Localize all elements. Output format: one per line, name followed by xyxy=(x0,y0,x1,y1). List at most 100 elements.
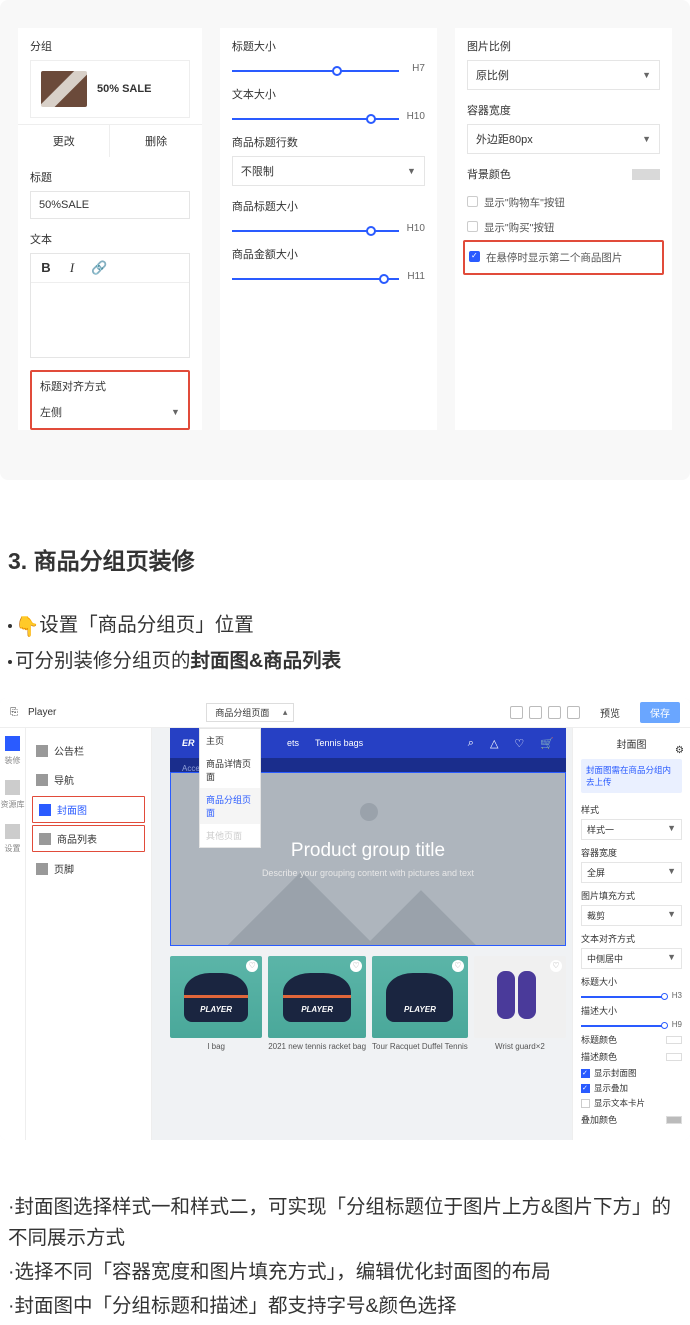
align-select[interactable]: 左侧 ▼ xyxy=(40,400,180,424)
product-price-size-slider[interactable]: H11 xyxy=(232,278,399,280)
device-fullscreen-icon[interactable] xyxy=(567,706,580,719)
italic-icon[interactable]: I xyxy=(65,260,79,276)
ratio-select[interactable]: 原比例 ▼ xyxy=(467,60,660,90)
rp-desc-size-slider[interactable]: H9 xyxy=(581,1025,664,1027)
nav-product-list-highlight: 商品列表 xyxy=(32,825,145,852)
device-desktop-icon[interactable] xyxy=(510,706,523,719)
text-size-slider[interactable]: H10 xyxy=(232,118,399,120)
align-value: 左侧 xyxy=(40,404,62,420)
change-button[interactable]: 更改 xyxy=(18,125,110,157)
section-heading: 3. 商品分组页装修 xyxy=(8,542,682,576)
save-button[interactable]: 保存 xyxy=(640,702,680,723)
rp-title: 封面图 xyxy=(581,736,682,759)
product-card-2[interactable]: PLAYER♡2021 new tennis racket bag xyxy=(268,956,366,1051)
heart-icon[interactable]: ♡ xyxy=(550,960,562,972)
product-title-size-slider[interactable]: H10 xyxy=(232,230,399,232)
hover-image-checkbox[interactable]: 在悬停时显示第二个商品图片 xyxy=(469,245,658,270)
section-nav: 公告栏⚙ 导航 封面图 商品列表 页脚 xyxy=(26,728,152,1140)
rp-style-select[interactable]: 样式一▼ xyxy=(581,819,682,840)
heart-icon[interactable]: ♡ xyxy=(514,737,524,750)
rp-style-label: 样式 xyxy=(581,803,682,816)
align-label: 标题对齐方式 xyxy=(40,378,180,394)
group-thumb-text: 50% SALE xyxy=(97,83,151,95)
overlay-color-swatch[interactable] xyxy=(666,1116,682,1124)
settings-icon[interactable] xyxy=(5,824,20,839)
rp-align-select[interactable]: 中侧居中▼ xyxy=(581,948,682,969)
settings-panel: 分组 50% SALE 更改 删除 标题 文本 B I 🔗 标题对齐方式 xyxy=(0,0,690,480)
nav-footer[interactable]: 页脚 xyxy=(26,854,151,883)
dd-product-group[interactable]: 商品分组页面 xyxy=(200,788,260,824)
chevron-down-icon: ▼ xyxy=(407,166,416,176)
rp-desc-size-label: 描述大小 xyxy=(581,1004,682,1017)
editor-topbar: ⎘ Player 商品分组页面▴ 预览 保存 xyxy=(0,698,690,728)
heart-icon[interactable]: ♡ xyxy=(246,960,258,972)
rp-fill-select[interactable]: 裁剪▼ xyxy=(581,905,682,926)
width-select[interactable]: 外边距80px ▼ xyxy=(467,124,660,154)
page-select[interactable]: 商品分组页面▴ xyxy=(206,703,294,722)
rp-show-textcard-cb[interactable]: 显示文本卡片 xyxy=(581,1097,682,1109)
group-label: 分组 xyxy=(18,38,202,60)
link-icon[interactable]: 🔗 xyxy=(91,260,105,276)
device-tablet-icon[interactable] xyxy=(529,706,542,719)
dd-other[interactable]: 其他页面 xyxy=(200,824,260,847)
delete-button[interactable]: 删除 xyxy=(110,125,201,157)
product-card-4[interactable]: ♡Wrist guard×2 xyxy=(474,956,566,1051)
title-color-swatch[interactable] xyxy=(666,1036,682,1044)
rich-text-editor: B I 🔗 xyxy=(30,253,190,358)
cart-icon[interactable]: 🛒 xyxy=(540,737,554,750)
note-2: ·选择不同「容器宽度和图片填充方式」，编辑优化封面图的布局 xyxy=(8,1257,682,1287)
page-dropdown: 主页 商品详情页面 商品分组页面 其他页面 xyxy=(199,728,261,848)
dd-home[interactable]: 主页 xyxy=(200,729,260,752)
thumb-actions: 更改 删除 xyxy=(18,124,202,157)
gear-icon[interactable]: ⚙ xyxy=(675,745,684,756)
nav-cover[interactable]: 封面图 xyxy=(33,797,144,822)
title-input[interactable] xyxy=(30,191,190,219)
head-menu-2[interactable]: ets xyxy=(287,738,299,748)
show-cart-checkbox[interactable]: 显示"购物车"按钮 xyxy=(467,190,660,215)
width-label: 容器宽度 xyxy=(467,102,660,124)
user-icon[interactable]: △ xyxy=(490,737,498,750)
device-mobile-icon[interactable] xyxy=(548,706,561,719)
product-card-3[interactable]: PLAYER♡Tour Racquet Duffel Tennis xyxy=(372,956,468,1051)
rp-show-cover-cb[interactable]: 显示封面图 xyxy=(581,1067,682,1079)
width-value: 外边距80px xyxy=(476,131,533,147)
group-thumb-box: 50% SALE xyxy=(30,60,190,118)
editor-screenshot: ⎘ Player 商品分组页面▴ 预览 保存 装修 资源库 设置 公告栏⚙ 导航… xyxy=(0,698,690,1140)
search-icon[interactable]: ⌕ xyxy=(468,737,474,750)
note-3: ·封面图中「分组标题和描述」都支持字号&颜色选择 xyxy=(8,1291,682,1321)
show-buy-checkbox[interactable]: 显示"购买"按钮 xyxy=(467,215,660,240)
library-icon[interactable] xyxy=(5,780,20,795)
dd-product-detail[interactable]: 商品详情页面 xyxy=(200,752,260,788)
product-price-size-value: H11 xyxy=(407,271,425,282)
rp-show-overlay-cb[interactable]: 显示叠加 xyxy=(581,1082,682,1094)
image-icon xyxy=(39,804,51,816)
chevron-down-icon: ▼ xyxy=(171,407,180,417)
heart-icon[interactable]: ♡ xyxy=(350,960,362,972)
bg-color-label: 背景颜色 xyxy=(467,166,511,182)
rte-body[interactable] xyxy=(31,283,189,357)
rp-title-size-slider[interactable]: H3 xyxy=(581,996,664,998)
title-label: 标题 xyxy=(30,169,190,191)
bg-color-swatch[interactable] xyxy=(632,169,660,180)
rp-width-select[interactable]: 全屏▼ xyxy=(581,862,682,883)
head-menu-3[interactable]: Tennis bags xyxy=(315,738,363,748)
rp-align-label: 文本对齐方式 xyxy=(581,932,682,945)
lines-select[interactable]: 不限制 ▼ xyxy=(232,156,425,186)
rp-overlay-color: 叠加颜色 xyxy=(581,1113,617,1126)
preview-button[interactable]: 预览 xyxy=(590,702,630,723)
product-card-1[interactable]: PLAYER♡I bag xyxy=(170,956,262,1051)
rp-width-label: 容器宽度 xyxy=(581,846,682,859)
title-size-value: H7 xyxy=(412,63,425,74)
bold-icon[interactable]: B xyxy=(39,260,53,276)
title-size-label: 标题大小 xyxy=(232,38,425,60)
decorate-icon[interactable] xyxy=(5,736,20,751)
bullet-1: 👇设置「商品分组页」位置 xyxy=(8,610,682,642)
hero-title: Product group title xyxy=(291,840,445,862)
heart-icon[interactable]: ♡ xyxy=(452,960,464,972)
title-size-slider[interactable]: H7 xyxy=(232,70,399,72)
page-icon: ⎘ xyxy=(10,707,18,718)
desc-color-swatch[interactable] xyxy=(666,1053,682,1061)
nav-announcement[interactable]: 公告栏⚙ xyxy=(26,736,151,765)
nav-product-list[interactable]: 商品列表 xyxy=(33,826,144,851)
nav-navigation[interactable]: 导航 xyxy=(26,765,151,794)
